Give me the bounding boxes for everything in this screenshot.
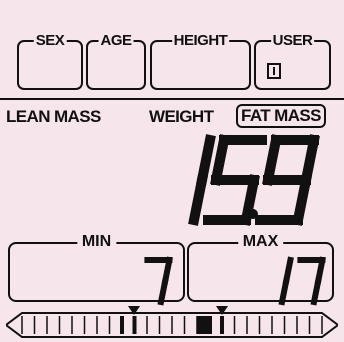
sex-label: SEX — [33, 31, 67, 51]
user-field[interactable]: USER — [254, 31, 331, 90]
mode-fat-mass-selected[interactable]: FAT MASS — [236, 104, 326, 128]
digit-segment — [157, 277, 169, 306]
bar-scale-current-segment — [197, 316, 212, 334]
age-label: AGE — [98, 31, 134, 51]
main-reading-display — [188, 134, 320, 226]
user-label: USER — [270, 31, 315, 51]
digit-segment — [282, 256, 294, 285]
min-value-display — [144, 256, 173, 306]
lcd-display: SEX AGE HEIGHT USER LEAN MASS WEIGHT FAT… — [0, 0, 344, 342]
sex-field[interactable]: SEX — [17, 31, 83, 90]
digit-segment — [278, 277, 290, 306]
digit-segment — [314, 256, 326, 285]
mode-weight[interactable]: WEIGHT — [149, 106, 214, 128]
max-value-display — [278, 256, 326, 306]
height-field[interactable]: HEIGHT — [150, 31, 251, 90]
height-label: HEIGHT — [171, 31, 230, 51]
digit-segment — [161, 256, 173, 285]
age-field[interactable]: AGE — [86, 31, 146, 90]
digit-segment — [196, 134, 216, 186]
digit-segment — [262, 134, 282, 186]
digit-segment — [292, 174, 312, 226]
digit-segment — [210, 134, 230, 186]
max-label: MAX — [237, 232, 284, 252]
mode-lean-mass[interactable]: LEAN MASS — [6, 106, 101, 128]
digit-segment — [300, 134, 320, 186]
range-bar-scale — [6, 312, 338, 338]
digit-segment — [188, 174, 208, 226]
user-number-indicator — [267, 63, 281, 79]
digit-segment — [310, 277, 322, 306]
divider — [0, 98, 344, 100]
min-label: MIN — [76, 232, 117, 252]
